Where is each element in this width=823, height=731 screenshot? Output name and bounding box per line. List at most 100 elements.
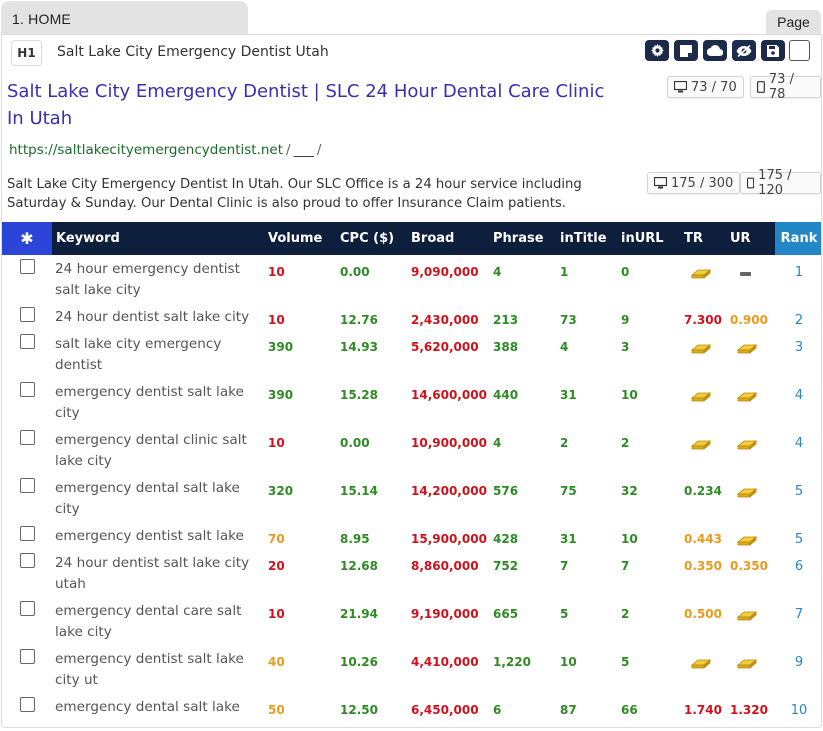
tr-header[interactable]: TR bbox=[680, 222, 726, 255]
row-checkbox[interactable] bbox=[19, 334, 35, 349]
hide-button[interactable] bbox=[732, 40, 756, 61]
cpc-cell: 15.14 bbox=[340, 484, 378, 498]
inurl-header[interactable]: inURL bbox=[617, 222, 680, 255]
cpc-header[interactable]: CPC ($) bbox=[336, 222, 407, 255]
table-row[interactable]: emergency dental salt lake city 320 15.14 1… bbox=[2, 474, 821, 522]
row-checkbox[interactable] bbox=[19, 307, 35, 322]
row-select-cell[interactable] bbox=[2, 693, 52, 723]
row-select-cell[interactable] bbox=[2, 255, 52, 303]
row-checkbox[interactable] bbox=[19, 649, 35, 664]
rank-cell[interactable]: 6 bbox=[775, 549, 821, 597]
ur-cell bbox=[726, 522, 775, 549]
row-select-cell[interactable] bbox=[2, 522, 52, 549]
table-row[interactable]: emergency dental clinic salt lake city 10… bbox=[2, 426, 821, 474]
keyword-cell[interactable]: emergency dental salt lake bbox=[52, 693, 264, 723]
rank-cell[interactable]: 7 bbox=[775, 597, 821, 645]
keyword-cell[interactable]: emergency dental salt lake city bbox=[52, 474, 264, 522]
row-select-cell[interactable] bbox=[2, 378, 52, 426]
rank-cell[interactable]: 5 bbox=[775, 522, 821, 549]
keyword-cell[interactable]: salt lake city emergency dentist bbox=[52, 330, 264, 378]
page-url[interactable]: https://saltlakecityemergencydentist.net… bbox=[9, 142, 324, 158]
volume-cell: 10 bbox=[268, 265, 285, 279]
keyword-cell[interactable]: emergency dentist salt lake city bbox=[52, 378, 264, 426]
rank-cell[interactable]: 1 bbox=[775, 255, 821, 303]
meta-description[interactable]: Salt Lake City Emergency Dentist In Utah… bbox=[7, 175, 595, 213]
note-button[interactable] bbox=[674, 40, 698, 61]
select-all-header[interactable]: ✱ bbox=[2, 222, 52, 255]
rank-cell[interactable]: 10 bbox=[775, 693, 821, 723]
cpc-cell: 0.00 bbox=[340, 436, 370, 450]
phrase-header[interactable]: Phrase bbox=[489, 222, 556, 255]
page-button[interactable]: Page bbox=[766, 10, 821, 34]
rank-cell[interactable]: 3 bbox=[775, 330, 821, 378]
rank-cell[interactable]: 9 bbox=[775, 645, 821, 693]
keyword-cell[interactable]: emergency dentist salt lake bbox=[52, 522, 264, 549]
rank-cell[interactable]: 4 bbox=[775, 426, 821, 474]
row-select-cell[interactable] bbox=[2, 597, 52, 645]
row-select-cell[interactable] bbox=[2, 549, 52, 597]
page-title[interactable]: Salt Lake City Emergency Dentist | SLC 2… bbox=[7, 78, 605, 132]
row-checkbox[interactable] bbox=[19, 601, 35, 616]
table-row[interactable]: emergency dentist salt lake city ut 40 10.… bbox=[2, 645, 821, 693]
phrase-cell: 388 bbox=[493, 340, 519, 354]
title-length-desktop-badge: 73 / 70 bbox=[667, 76, 744, 98]
row-checkbox[interactable] bbox=[19, 697, 35, 712]
table-row[interactable]: emergency dental salt lake 50 12.50 6,450,0… bbox=[2, 693, 821, 723]
keyword-table: ✱ Keyword Volume CPC ($) Broad Phrase in… bbox=[2, 222, 821, 723]
intitle-cell: 10 bbox=[560, 655, 577, 669]
row-select-cell[interactable] bbox=[2, 474, 52, 522]
table-row[interactable]: emergency dentist salt lake 70 8.95 15,900,… bbox=[2, 522, 821, 549]
volume-cell: 40 bbox=[268, 655, 285, 669]
table-row[interactable]: 24 hour dentist salt lake city utah 20 12.… bbox=[2, 549, 821, 597]
save-button[interactable] bbox=[761, 40, 785, 61]
cloud-button[interactable] bbox=[703, 40, 727, 61]
row-checkbox[interactable] bbox=[19, 430, 35, 445]
table-row[interactable]: emergency dental care salt lake city 10 21… bbox=[2, 597, 821, 645]
keyword-cell[interactable]: emergency dental clinic salt lake city bbox=[52, 426, 264, 474]
select-page-checkbox[interactable] bbox=[789, 40, 810, 61]
gold-bar-icon bbox=[736, 438, 758, 453]
dash-icon bbox=[740, 272, 751, 276]
gold-bar-icon bbox=[736, 390, 758, 405]
rank-cell[interactable]: 5 bbox=[775, 474, 821, 522]
h1-tag-badge: H1 bbox=[11, 40, 42, 66]
broad-cell: 9,090,000 bbox=[411, 265, 479, 279]
intitle-header[interactable]: inTitle bbox=[556, 222, 617, 255]
keyword-header[interactable]: Keyword bbox=[52, 222, 264, 255]
row-checkbox[interactable] bbox=[19, 478, 35, 493]
keyword-cell[interactable]: emergency dental care salt lake city bbox=[52, 597, 264, 645]
settings-button[interactable] bbox=[645, 40, 669, 61]
tr-cell bbox=[680, 255, 726, 303]
row-checkbox[interactable] bbox=[19, 382, 35, 397]
table-row[interactable]: 24 hour emergency dentist salt lake city… bbox=[2, 255, 821, 303]
rank-cell[interactable]: 4 bbox=[775, 378, 821, 426]
broad-cell: 4,410,000 bbox=[411, 655, 479, 669]
row-select-cell[interactable] bbox=[2, 645, 52, 693]
row-select-cell[interactable] bbox=[2, 303, 52, 330]
intitle-cell: 31 bbox=[560, 532, 577, 546]
row-checkbox[interactable] bbox=[19, 553, 35, 568]
keyword-cell[interactable]: 24 hour dentist salt lake city utah bbox=[52, 549, 264, 597]
tab-home[interactable]: 1. HOME bbox=[1, 1, 248, 35]
tr-cell: 7.300 bbox=[684, 313, 722, 327]
table-row[interactable]: salt lake city emergency dentist 390 14.93… bbox=[2, 330, 821, 378]
inurl-cell: 66 bbox=[621, 703, 638, 717]
broad-header[interactable]: Broad bbox=[407, 222, 489, 255]
table-row[interactable]: emergency dentist salt lake city 390 15.28… bbox=[2, 378, 821, 426]
row-checkbox[interactable] bbox=[19, 526, 35, 541]
keyword-cell[interactable]: 24 hour emergency dentist salt lake city bbox=[52, 255, 264, 303]
gold-bar-icon bbox=[736, 657, 758, 672]
rank-header[interactable]: Rank bbox=[775, 222, 821, 255]
row-select-cell[interactable] bbox=[2, 330, 52, 378]
rank-cell[interactable]: 2 bbox=[775, 303, 821, 330]
volume-cell: 20 bbox=[268, 559, 285, 573]
gold-bar-icon bbox=[690, 657, 712, 672]
row-checkbox[interactable] bbox=[19, 259, 35, 274]
row-select-cell[interactable] bbox=[2, 426, 52, 474]
table-row[interactable]: 24 hour dentist salt lake city 10 12.76 2,4… bbox=[2, 303, 821, 330]
cpc-cell: 14.93 bbox=[340, 340, 378, 354]
keyword-cell[interactable]: 24 hour dentist salt lake city bbox=[52, 303, 264, 330]
volume-header[interactable]: Volume bbox=[264, 222, 336, 255]
keyword-cell[interactable]: emergency dentist salt lake city ut bbox=[52, 645, 264, 693]
ur-header[interactable]: UR bbox=[726, 222, 775, 255]
